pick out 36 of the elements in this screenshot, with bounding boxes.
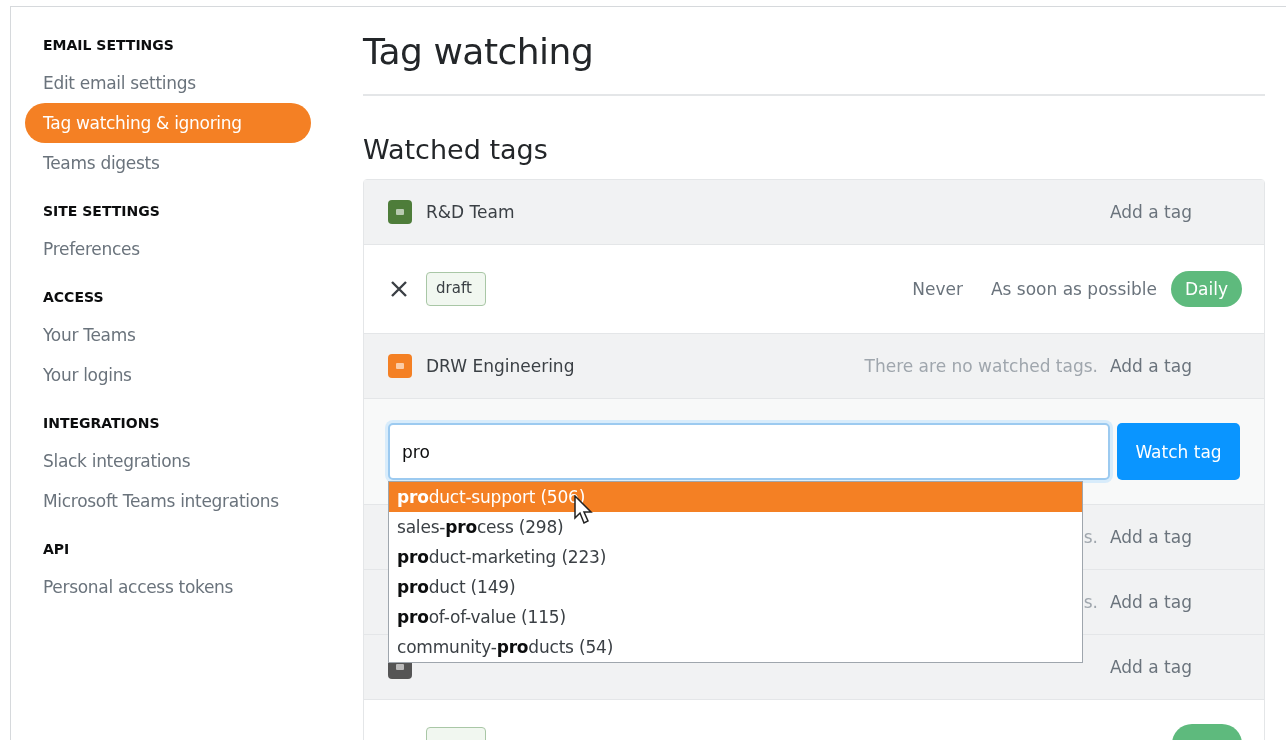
add-tag-link[interactable]: Add a tag [1110, 657, 1192, 677]
status-text: s. [1083, 527, 1098, 547]
watch-tag-button[interactable]: Watch tag [1117, 423, 1240, 480]
frequency-option[interactable]: As soon as possible [990, 279, 1157, 299]
section-heading: API [43, 541, 71, 557]
sidebar-item[interactable]: Preferences [25, 229, 311, 269]
section-heading: INTEGRATIONS [43, 415, 161, 431]
sidebar-item[interactable]: Microsoft Teams integrations [25, 481, 311, 521]
section-title: Watched tags [363, 134, 548, 165]
suggestion-item[interactable]: proof-of-value (115) [389, 602, 1082, 632]
status-text: s. [1083, 592, 1098, 612]
suggestion-item[interactable]: community-products (54) [389, 632, 1082, 662]
suggestion-item[interactable]: product-marketing (223) [389, 542, 1082, 572]
add-tag-link[interactable]: Add a tag [1110, 592, 1192, 612]
add-tag-link[interactable]: Add a tag [1110, 527, 1192, 547]
tag-chip: draft [426, 272, 486, 306]
sidebar-item[interactable]: Your Teams [25, 315, 311, 355]
page-title: Tag watching [363, 31, 594, 72]
sidebar-item[interactable]: Your logins [25, 355, 311, 395]
team-name: R&D Team [426, 202, 515, 222]
suggestion-item[interactable]: sales-process (298) [389, 512, 1082, 542]
team-name: DRW Engineering [426, 356, 575, 376]
sidebar-item[interactable]: Tag watching & ignoring [25, 103, 311, 143]
section-heading: EMAIL SETTINGS [43, 37, 175, 53]
section-heading: ACCESS [43, 289, 105, 305]
suggestion-item[interactable]: product (149) [389, 572, 1082, 602]
sidebar-item[interactable]: Teams digests [25, 143, 311, 183]
section-heading: SITE SETTINGS [43, 203, 161, 219]
add-tag-link[interactable]: Add a tag [1110, 356, 1192, 376]
sidebar-item[interactable]: Personal access tokens [25, 567, 311, 607]
sidebar-item[interactable]: Slack integrations [25, 441, 311, 481]
tag-input-field[interactable]: pro [388, 423, 1110, 480]
add-tag-link[interactable]: Add a tag [1110, 202, 1192, 222]
frequency-option[interactable]: Never [912, 279, 963, 299]
status-text: There are no watched tags. [864, 356, 1098, 376]
sidebar-item[interactable]: Edit email settings [25, 63, 311, 103]
